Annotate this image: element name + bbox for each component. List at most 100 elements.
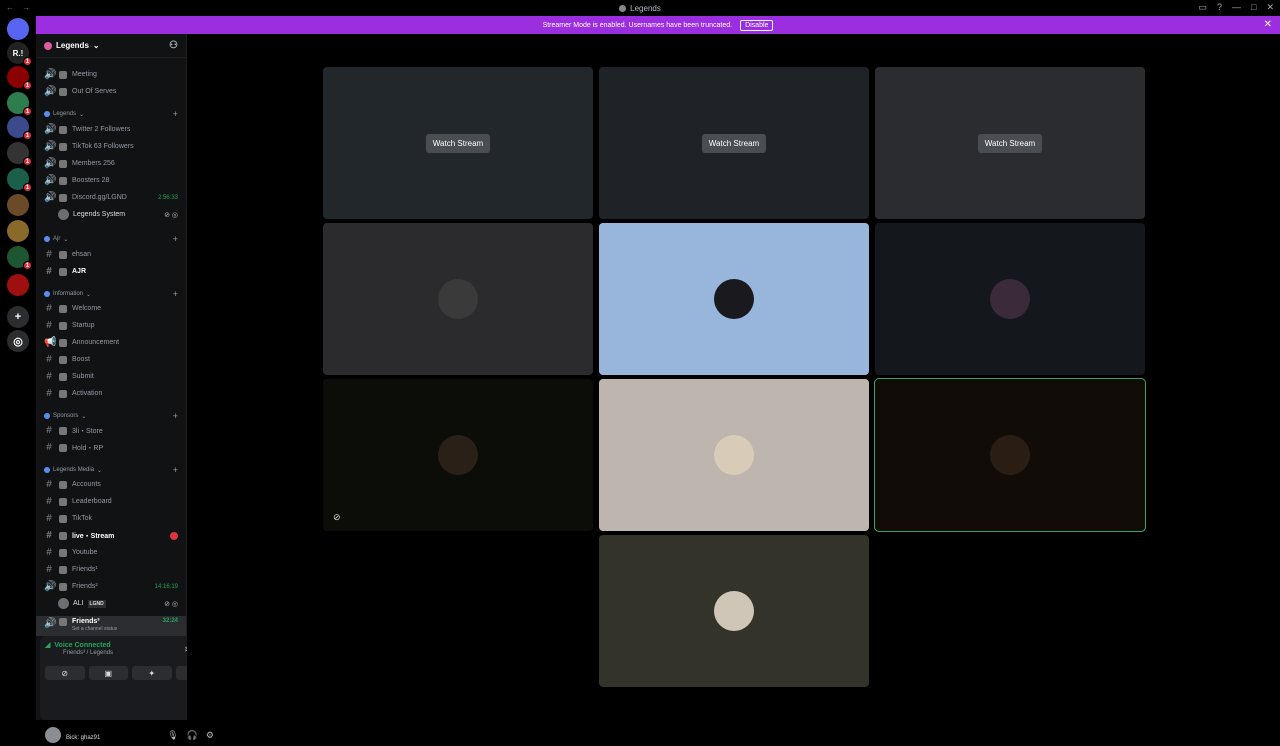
- server-icon[interactable]: 1: [7, 246, 32, 270]
- close-banner-icon[interactable]: ✕: [1264, 19, 1272, 30]
- title-bar: ← → Legends ▭ ? — □ ✕: [0, 0, 1280, 16]
- channel-item[interactable]: 🔊 Friends² 14:16:19: [36, 579, 186, 594]
- inbox-icon[interactable]: ▭: [1198, 2, 1207, 13]
- activities-button[interactable]: ✦: [132, 666, 172, 680]
- channel-category[interactable]: Information ⌄ +: [36, 287, 186, 301]
- mention-badge: 1: [23, 157, 32, 166]
- channel-item[interactable]: # Youtube: [36, 545, 186, 560]
- add-server-button[interactable]: +: [7, 306, 29, 328]
- server-icon[interactable]: 1: [7, 142, 32, 166]
- speaker-icon: 🔊: [44, 124, 57, 135]
- participant-tile[interactable]: [875, 223, 1145, 375]
- server-icon[interactable]: 1: [7, 66, 32, 90]
- headphones-icon[interactable]: 🎧: [187, 730, 198, 741]
- channel-item[interactable]: # Hold・RP: [36, 440, 186, 455]
- mention-badge: 1: [23, 107, 32, 116]
- channel-label: TikTok: [72, 515, 92, 522]
- streamer-mode-banner: Streamer Mode is enabled. Usernames have…: [36, 16, 1280, 34]
- channel-label: Welcome: [72, 305, 102, 312]
- server-icon[interactable]: [7, 194, 29, 216]
- category-icon: [44, 236, 50, 242]
- channel-item[interactable]: # Submit: [36, 369, 186, 384]
- channel-item[interactable]: 🔊 Meeting: [36, 67, 186, 82]
- stream-tile[interactable]: Watch Stream: [599, 67, 869, 219]
- disable-streamer-mode-button[interactable]: Disable: [740, 19, 774, 31]
- channel-item[interactable]: # Leaderboard: [36, 494, 186, 509]
- discover-icon[interactable]: ◎: [7, 330, 29, 352]
- guild-header[interactable]: Legends ⌄ ⚇: [36, 34, 186, 58]
- channel-item[interactable]: # Welcome: [36, 301, 186, 316]
- stream-tile[interactable]: Watch Stream: [875, 67, 1145, 219]
- server-icon[interactable]: R.! 1: [7, 42, 32, 66]
- voice-user[interactable]: Legends System ⊘ ◎: [58, 207, 186, 222]
- channel-item[interactable]: 🔊 Friends³ Set a channel status 32:24: [36, 616, 186, 636]
- server-icon[interactable]: [7, 18, 29, 40]
- create-channel-icon[interactable]: +: [173, 289, 178, 299]
- server-icon[interactable]: 1: [7, 168, 32, 192]
- create-channel-icon[interactable]: +: [173, 465, 178, 475]
- channel-item[interactable]: #3li・Store: [36, 423, 186, 438]
- nav-arrows[interactable]: ← →: [6, 3, 33, 12]
- gear-icon[interactable]: ⚙: [206, 730, 214, 741]
- participant-tile[interactable]: [599, 535, 869, 687]
- avatar: [58, 209, 69, 220]
- voice-timer: 14:16:19: [154, 583, 178, 590]
- hash-icon: #: [46, 303, 52, 314]
- voice-status-text[interactable]: Voice Connected: [54, 642, 110, 649]
- server-icon[interactable]: 1: [7, 116, 32, 140]
- channel-label: AJR: [72, 268, 87, 275]
- channel-status[interactable]: Set a channel status: [72, 626, 117, 632]
- channel-item[interactable]: 📢 Announcement: [36, 335, 186, 350]
- watch-stream-button[interactable]: Watch Stream: [425, 133, 491, 153]
- maximize-button[interactable]: □: [1251, 2, 1256, 13]
- watch-stream-button[interactable]: Watch Stream: [977, 133, 1043, 153]
- server-icon[interactable]: [7, 220, 29, 242]
- channel-item[interactable]: # Friends¹: [36, 562, 186, 577]
- server-icon[interactable]: 1: [7, 92, 32, 116]
- share-screen-button[interactable]: ▣: [88, 666, 128, 680]
- participant-tile[interactable]: ⊘: [323, 379, 593, 531]
- channel-category[interactable]: Ajr ⌄ +: [36, 232, 186, 246]
- create-channel-icon[interactable]: +: [173, 234, 178, 244]
- participant-tile[interactable]: [599, 223, 869, 375]
- channel-category[interactable]: Legends ⌄ +: [36, 107, 186, 121]
- close-window-button[interactable]: ✕: [1266, 2, 1274, 13]
- stream-tile[interactable]: Watch Stream: [323, 67, 593, 219]
- invite-icon[interactable]: ⚇: [169, 40, 178, 51]
- participant-tile[interactable]: [874, 378, 1146, 532]
- channel-item[interactable]: 🔊 TikTok 63 Followers: [36, 139, 186, 154]
- channel-item[interactable]: # TikTok: [36, 511, 186, 526]
- hash-icon: #: [46, 371, 52, 382]
- server-icon[interactable]: [7, 274, 29, 296]
- channel-item[interactable]: 🔊 Boosters 28: [36, 173, 186, 188]
- category-label: Ajr: [53, 236, 61, 242]
- avatar: [438, 279, 478, 319]
- avatar[interactable]: [45, 727, 61, 743]
- watch-stream-button[interactable]: Watch Stream: [701, 133, 767, 153]
- channel-category[interactable]: Legends Media ⌄ +: [36, 463, 186, 477]
- voice-user[interactable]: ALI LGND ⊘ ◎: [58, 596, 186, 611]
- channel-item[interactable]: 🔊 Out Of Serves: [36, 84, 186, 99]
- channel-item[interactable]: 🔊 Twitter 2 Followers: [36, 122, 186, 137]
- minimize-button[interactable]: —: [1232, 2, 1241, 13]
- channel-item[interactable]: 🔊 Discord.gg/LGND 2:56:33: [36, 190, 186, 205]
- channel-category[interactable]: Sponsors ⌄ +: [36, 409, 186, 423]
- participant-tile[interactable]: [599, 379, 869, 531]
- create-channel-icon[interactable]: +: [173, 411, 178, 421]
- channel-item[interactable]: # AJR: [36, 264, 186, 279]
- participant-tile[interactable]: [323, 223, 593, 375]
- channel-item[interactable]: # ehsan: [36, 247, 186, 262]
- camera-off-button[interactable]: ⊘: [45, 666, 85, 680]
- channel-item[interactable]: # Startup: [36, 318, 186, 333]
- emoji-icon: [59, 514, 67, 523]
- channel-item[interactable]: # Accounts: [36, 477, 186, 492]
- create-channel-icon[interactable]: +: [173, 109, 178, 119]
- channel-label: TikTok 63 Followers: [72, 143, 134, 150]
- channel-item[interactable]: # Boost: [36, 352, 186, 367]
- help-icon[interactable]: ?: [1217, 2, 1222, 13]
- channel-item[interactable]: # live・Stream: [36, 528, 186, 543]
- mic-icon[interactable]: 🎙: [167, 730, 178, 741]
- user-info[interactable]: Bick: ghaz91: [66, 728, 100, 742]
- channel-item[interactable]: # Activation: [36, 386, 186, 401]
- channel-item[interactable]: 🔊 Members 256: [36, 156, 186, 171]
